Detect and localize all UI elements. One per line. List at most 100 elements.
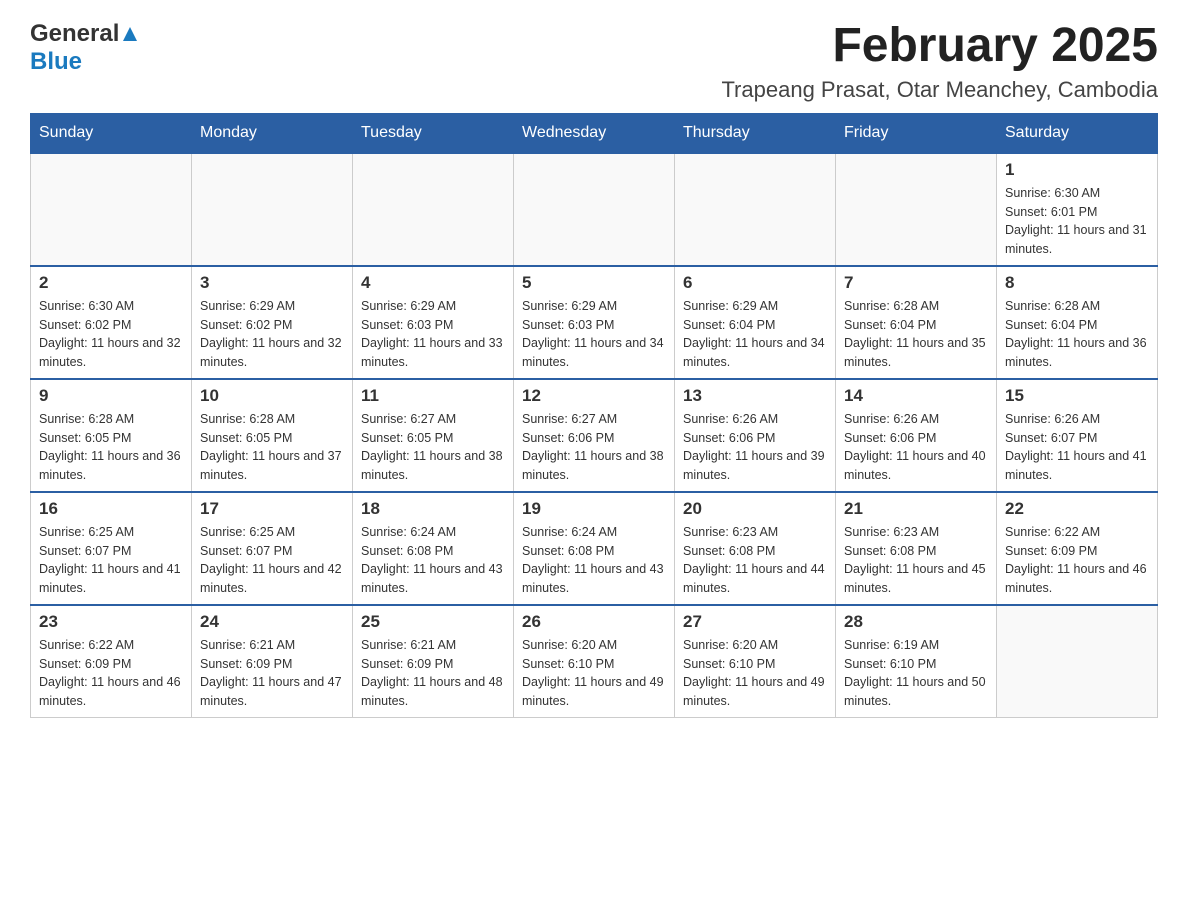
calendar-day-cell — [675, 153, 836, 266]
calendar-day-cell: 5 Sunrise: 6:29 AM Sunset: 6:03 PM Daylig… — [514, 266, 675, 379]
calendar-day-cell: 2 Sunrise: 6:30 AM Sunset: 6:02 PM Daylig… — [31, 266, 192, 379]
day-info: Sunrise: 6:25 AM Sunset: 6:07 PM Dayligh… — [200, 523, 344, 598]
calendar-header-row: SundayMondayTuesdayWednesdayThursdayFrid… — [31, 113, 1158, 153]
day-number: 16 — [39, 499, 183, 519]
calendar-day-cell — [192, 153, 353, 266]
day-info: Sunrise: 6:23 AM Sunset: 6:08 PM Dayligh… — [683, 523, 827, 598]
subtitle: Trapeang Prasat, Otar Meanchey, Cambodia — [721, 77, 1158, 103]
calendar-day-header: Wednesday — [514, 113, 675, 153]
calendar-day-cell: 16 Sunrise: 6:25 AM Sunset: 6:07 PM Dayli… — [31, 492, 192, 605]
day-info: Sunrise: 6:28 AM Sunset: 6:04 PM Dayligh… — [844, 297, 988, 372]
day-info: Sunrise: 6:27 AM Sunset: 6:05 PM Dayligh… — [361, 410, 505, 485]
day-info: Sunrise: 6:25 AM Sunset: 6:07 PM Dayligh… — [39, 523, 183, 598]
day-info: Sunrise: 6:26 AM Sunset: 6:06 PM Dayligh… — [844, 410, 988, 485]
calendar-day-cell: 24 Sunrise: 6:21 AM Sunset: 6:09 PM Dayli… — [192, 605, 353, 718]
calendar-day-header: Thursday — [675, 113, 836, 153]
day-number: 8 — [1005, 273, 1149, 293]
calendar-day-cell: 20 Sunrise: 6:23 AM Sunset: 6:08 PM Dayli… — [675, 492, 836, 605]
calendar-day-cell: 22Sunrise: 6:22 AM Sunset: 6:09 PM Dayli… — [997, 492, 1158, 605]
calendar-day-cell: 4 Sunrise: 6:29 AM Sunset: 6:03 PM Daylig… — [353, 266, 514, 379]
day-number: 4 — [361, 273, 505, 293]
calendar-day-cell — [514, 153, 675, 266]
calendar-day-cell: 23 Sunrise: 6:22 AM Sunset: 6:09 PM Dayli… — [31, 605, 192, 718]
day-info: Sunrise: 6:24 AM Sunset: 6:08 PM Dayligh… — [522, 523, 666, 598]
calendar-day-cell: 9Sunrise: 6:28 AM Sunset: 6:05 PM Daylig… — [31, 379, 192, 492]
day-number: 25 — [361, 612, 505, 632]
day-number: 15 — [1005, 386, 1149, 406]
day-number: 22 — [1005, 499, 1149, 519]
calendar-week-row: 23 Sunrise: 6:22 AM Sunset: 6:09 PM Dayli… — [31, 605, 1158, 718]
calendar-day-cell: 28Sunrise: 6:19 AM Sunset: 6:10 PM Dayli… — [836, 605, 997, 718]
calendar-day-cell: 14Sunrise: 6:26 AM Sunset: 6:06 PM Dayli… — [836, 379, 997, 492]
calendar-day-cell: 18 Sunrise: 6:24 AM Sunset: 6:08 PM Dayli… — [353, 492, 514, 605]
day-info: Sunrise: 6:26 AM Sunset: 6:06 PM Dayligh… — [683, 410, 827, 485]
day-info: Sunrise: 6:20 AM Sunset: 6:10 PM Dayligh… — [683, 636, 827, 711]
calendar-day-cell: 1 Sunrise: 6:30 AM Sunset: 6:01 PM Daylig… — [997, 153, 1158, 266]
day-number: 24 — [200, 612, 344, 632]
calendar-week-row: 2 Sunrise: 6:30 AM Sunset: 6:02 PM Daylig… — [31, 266, 1158, 379]
day-number: 1 — [1005, 160, 1149, 180]
day-number: 5 — [522, 273, 666, 293]
logo: General Blue — [30, 20, 139, 76]
day-number: 19 — [522, 499, 666, 519]
calendar-day-cell — [836, 153, 997, 266]
page-header: General Blue February 2025 Trapeang Pras… — [30, 20, 1158, 103]
calendar-day-cell: 11 Sunrise: 6:27 AM Sunset: 6:05 PM Dayli… — [353, 379, 514, 492]
day-info: Sunrise: 6:29 AM Sunset: 6:04 PM Dayligh… — [683, 297, 827, 372]
day-info: Sunrise: 6:30 AM Sunset: 6:01 PM Dayligh… — [1005, 184, 1149, 259]
day-info: Sunrise: 6:23 AM Sunset: 6:08 PM Dayligh… — [844, 523, 988, 598]
calendar-day-cell: 8 Sunrise: 6:28 AM Sunset: 6:04 PM Daylig… — [997, 266, 1158, 379]
main-title: February 2025 — [721, 20, 1158, 73]
calendar-day-cell: 15 Sunrise: 6:26 AM Sunset: 6:07 PM Dayli… — [997, 379, 1158, 492]
logo-blue-text: Blue — [30, 48, 82, 75]
day-number: 26 — [522, 612, 666, 632]
calendar-day-header: Monday — [192, 113, 353, 153]
day-info: Sunrise: 6:28 AM Sunset: 6:04 PM Dayligh… — [1005, 297, 1149, 372]
calendar-day-cell: 6 Sunrise: 6:29 AM Sunset: 6:04 PM Daylig… — [675, 266, 836, 379]
calendar-week-row: 16 Sunrise: 6:25 AM Sunset: 6:07 PM Dayli… — [31, 492, 1158, 605]
calendar-week-row: 1 Sunrise: 6:30 AM Sunset: 6:01 PM Daylig… — [31, 153, 1158, 266]
day-number: 20 — [683, 499, 827, 519]
day-number: 13 — [683, 386, 827, 406]
calendar-day-cell: 27 Sunrise: 6:20 AM Sunset: 6:10 PM Dayli… — [675, 605, 836, 718]
day-info: Sunrise: 6:19 AM Sunset: 6:10 PM Dayligh… — [844, 636, 988, 711]
day-number: 3 — [200, 273, 344, 293]
day-info: Sunrise: 6:28 AM Sunset: 6:05 PM Dayligh… — [200, 410, 344, 485]
day-info: Sunrise: 6:24 AM Sunset: 6:08 PM Dayligh… — [361, 523, 505, 598]
calendar-day-cell: 13 Sunrise: 6:26 AM Sunset: 6:06 PM Dayli… — [675, 379, 836, 492]
day-number: 21 — [844, 499, 988, 519]
calendar-table: SundayMondayTuesdayWednesdayThursdayFrid… — [30, 113, 1158, 718]
day-number: 11 — [361, 386, 505, 406]
calendar-day-header: Friday — [836, 113, 997, 153]
day-info: Sunrise: 6:21 AM Sunset: 6:09 PM Dayligh… — [361, 636, 505, 711]
day-info: Sunrise: 6:21 AM Sunset: 6:09 PM Dayligh… — [200, 636, 344, 711]
calendar-day-cell: 3 Sunrise: 6:29 AM Sunset: 6:02 PM Daylig… — [192, 266, 353, 379]
day-number: 18 — [361, 499, 505, 519]
day-info: Sunrise: 6:29 AM Sunset: 6:02 PM Dayligh… — [200, 297, 344, 372]
title-area: February 2025 Trapeang Prasat, Otar Mean… — [721, 20, 1158, 103]
logo-triangle-icon — [121, 25, 139, 43]
day-info: Sunrise: 6:27 AM Sunset: 6:06 PM Dayligh… — [522, 410, 666, 485]
calendar-day-cell: 12 Sunrise: 6:27 AM Sunset: 6:06 PM Dayli… — [514, 379, 675, 492]
day-number: 2 — [39, 273, 183, 293]
day-number: 10 — [200, 386, 344, 406]
day-number: 12 — [522, 386, 666, 406]
day-number: 23 — [39, 612, 183, 632]
calendar-day-cell: 25 Sunrise: 6:21 AM Sunset: 6:09 PM Dayli… — [353, 605, 514, 718]
calendar-day-cell — [997, 605, 1158, 718]
day-info: Sunrise: 6:29 AM Sunset: 6:03 PM Dayligh… — [361, 297, 505, 372]
calendar-day-cell — [353, 153, 514, 266]
day-number: 7 — [844, 273, 988, 293]
day-info: Sunrise: 6:22 AM Sunset: 6:09 PM Dayligh… — [39, 636, 183, 711]
day-info: Sunrise: 6:26 AM Sunset: 6:07 PM Dayligh… — [1005, 410, 1149, 485]
calendar-day-cell: 21 Sunrise: 6:23 AM Sunset: 6:08 PM Dayli… — [836, 492, 997, 605]
day-info: Sunrise: 6:30 AM Sunset: 6:02 PM Dayligh… — [39, 297, 183, 372]
calendar-day-cell: 19 Sunrise: 6:24 AM Sunset: 6:08 PM Dayli… — [514, 492, 675, 605]
logo-general-text: General — [30, 20, 119, 48]
day-number: 27 — [683, 612, 827, 632]
day-info: Sunrise: 6:29 AM Sunset: 6:03 PM Dayligh… — [522, 297, 666, 372]
day-number: 6 — [683, 273, 827, 293]
calendar-day-cell: 17Sunrise: 6:25 AM Sunset: 6:07 PM Dayli… — [192, 492, 353, 605]
calendar-week-row: 9Sunrise: 6:28 AM Sunset: 6:05 PM Daylig… — [31, 379, 1158, 492]
calendar-day-cell: 26Sunrise: 6:20 AM Sunset: 6:10 PM Dayli… — [514, 605, 675, 718]
